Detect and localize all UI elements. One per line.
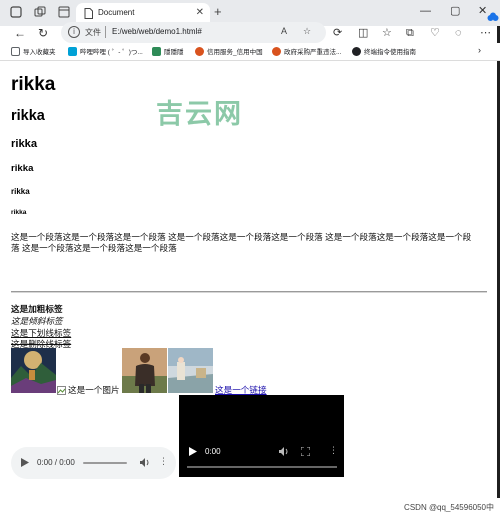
video-fullscreen-icon[interactable] <box>301 447 310 456</box>
paragraph-line: 落 这是一个段落这是一个段落这是一个段落 <box>11 243 177 253</box>
audio-time: 0:00 / 0:00 <box>37 458 75 467</box>
bottom-strip: CSDN @qq_54596050中 <box>0 498 500 519</box>
favorites-icon[interactable]: ☆ <box>382 26 392 40</box>
browser-window: Document ✕ + — ▢ ✕ ← ↻ i 文件 E:/web/web/d… <box>0 0 500 519</box>
audio-player[interactable]: 0:00 / 0:00 ⋮ <box>11 447 176 479</box>
painting-image <box>168 348 213 393</box>
image-alt-text: 这是一个图片 <box>68 385 120 395</box>
tab-actions-icon[interactable] <box>56 4 72 20</box>
audio-progress-bar[interactable] <box>83 462 127 464</box>
site-icon <box>152 46 161 56</box>
omnibox-divider <box>105 26 106 38</box>
close-tab-icon[interactable]: ✕ <box>196 7 204 18</box>
read-aloud-icon[interactable]: A <box>281 26 287 36</box>
video-play-icon[interactable] <box>189 447 197 456</box>
bookmarks-bar: 导入收藏夹 哔哩哔哩 ( ゜- ゜)つ... 隱隱隱 信用服务_信用中国 政府采… <box>0 43 500 61</box>
video-volume-icon[interactable] <box>279 447 289 456</box>
extensions-icon[interactable]: ⟳ <box>333 26 342 40</box>
address-bar[interactable]: i 文件 E:/web/web/demo1.html# A ☆ <box>61 22 326 43</box>
more-menu-icon[interactable]: ⋯ <box>480 26 491 40</box>
video-more-icon[interactable]: ⋮ <box>329 445 338 456</box>
new-tab-button[interactable]: + <box>214 5 222 19</box>
workspaces-icon[interactable] <box>32 4 48 20</box>
audio-play-icon[interactable] <box>21 458 29 467</box>
bookmark-gov-procurement[interactable]: 政府采购严重违法... <box>272 46 341 56</box>
bold-text: 这是加粗标签 <box>11 304 63 314</box>
csdn-watermark: CSDN @qq_54596050中 <box>404 503 494 512</box>
page-icon <box>84 8 93 19</box>
close-window-button[interactable]: ✕ <box>478 4 487 18</box>
bookmark-label: 哔哩哔哩 ( ゜- ゜)つ... <box>80 49 143 56</box>
paragraph-line: 这是一个段落这是一个段落这是一个段落 这是一个段落这是一个段落这是一个段落 这是… <box>11 232 472 242</box>
heading-h2: rikka <box>11 108 45 124</box>
back-button[interactable]: ← <box>14 26 26 40</box>
heading-h1: rikka <box>11 74 56 95</box>
collections-icon[interactable]: ⧉ <box>406 26 414 40</box>
audio-volume-icon[interactable] <box>140 458 150 467</box>
bookmarks-overflow-icon[interactable]: › <box>478 45 481 55</box>
horizontal-rule <box>11 291 487 293</box>
browser-essentials-icon[interactable]: ♡ <box>430 26 440 40</box>
video-time: 0:00 <box>205 447 221 456</box>
bookmark-label: 终端指令使用指南 <box>364 49 416 56</box>
minimize-button[interactable]: — <box>420 4 431 18</box>
bookmark-label: 隱隱隱 <box>164 49 184 56</box>
profile-icon[interactable] <box>8 4 24 20</box>
maximize-button[interactable]: ▢ <box>450 4 460 18</box>
person-image <box>122 348 167 393</box>
cloud-sync-icon[interactable] <box>487 12 499 22</box>
broken-image: 这是一个图片 <box>57 384 120 396</box>
site-icon <box>352 46 361 56</box>
video-progress-bar[interactable] <box>187 466 337 468</box>
copilot-icon[interactable]: ◌ <box>455 26 462 40</box>
heading-h6: rikka <box>11 209 27 216</box>
url-text[interactable]: E:/web/web/demo1.html# <box>112 27 202 36</box>
paragraph: 这是一个段落这是一个段落这是一个段落 这是一个段落这是一个段落这是一个段落 这是… <box>11 232 491 254</box>
heading-h4: rikka <box>11 163 34 174</box>
bookmark-import[interactable]: 导入收藏夹 <box>11 46 56 56</box>
heading-h5: rikka <box>11 187 30 196</box>
landscape-image <box>11 348 56 393</box>
bookmark-label: 信用服务_信用中国 <box>207 49 263 56</box>
site-icon <box>195 46 204 56</box>
file-label: 文件 <box>85 28 101 37</box>
site-icon <box>272 46 281 56</box>
audio-more-icon[interactable]: ⋮ <box>159 456 168 467</box>
video-player[interactable]: 0:00 ⋮ <box>179 395 344 477</box>
bilibili-icon <box>68 46 77 56</box>
bookmark-credit-china[interactable]: 信用服务_信用中国 <box>195 46 263 56</box>
page-content: 吉云网 rikka rikka rikka rikka rikka rikka … <box>0 62 497 498</box>
bookmark-label: 导入收藏夹 <box>23 49 56 56</box>
tab-title: Document <box>98 8 135 17</box>
watermark-logo: 吉云网 <box>156 99 243 130</box>
split-screen-icon[interactable]: ◫ <box>358 26 368 40</box>
bookmark-3[interactable]: 隱隱隱 <box>152 46 184 56</box>
refresh-button[interactable]: ↻ <box>38 26 48 40</box>
bookmark-terminal-guide[interactable]: 终端指令使用指南 <box>352 46 416 56</box>
info-icon[interactable]: i <box>68 26 80 38</box>
folder-import-icon <box>11 46 20 56</box>
favorite-star-icon[interactable]: ☆ <box>303 26 311 37</box>
italic-text: 这是倾斜标签 <box>11 316 63 326</box>
bookmark-label: 政府采购严重违法... <box>284 49 342 56</box>
bookmark-bilibili[interactable]: 哔哩哔哩 ( ゜- ゜)つ... <box>68 46 143 56</box>
broken-image-icon <box>57 385 66 395</box>
heading-h3: rikka <box>11 138 38 150</box>
